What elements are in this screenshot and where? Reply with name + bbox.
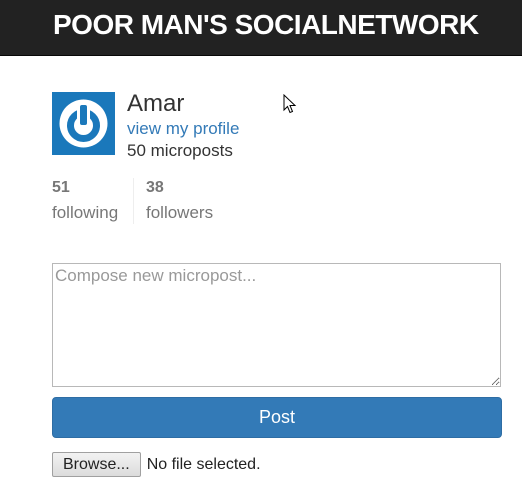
following-stat-link[interactable]: 51 following: [52, 178, 118, 226]
following-label: following: [52, 203, 119, 222]
file-status-text: No file selected.: [146, 456, 261, 473]
view-profile-link[interactable]: view my profile: [127, 119, 239, 139]
user-gravatar[interactable]: [52, 92, 115, 155]
power-symbol-icon: [52, 92, 115, 155]
navbar: POOR MAN'S SOCIALNETWORK: [0, 0, 522, 56]
followers-count: 38: [146, 179, 164, 196]
post-button[interactable]: Post: [52, 397, 502, 438]
compose-micropost-textarea[interactable]: [52, 263, 501, 387]
user-name: Amar: [127, 90, 185, 117]
followers-label: followers: [146, 203, 214, 222]
file-input: Browse... No file selected.: [52, 452, 261, 478]
followers-stat-link[interactable]: 38 followers: [133, 178, 213, 224]
mouse-pointer-icon: [283, 94, 297, 114]
site-logo-link[interactable]: POOR MAN'S SOCIALNETWORK: [53, 8, 479, 42]
micropost-count: 50 microposts: [127, 141, 233, 160]
browse-button[interactable]: Browse...: [52, 452, 141, 477]
following-count: 51: [52, 179, 70, 196]
